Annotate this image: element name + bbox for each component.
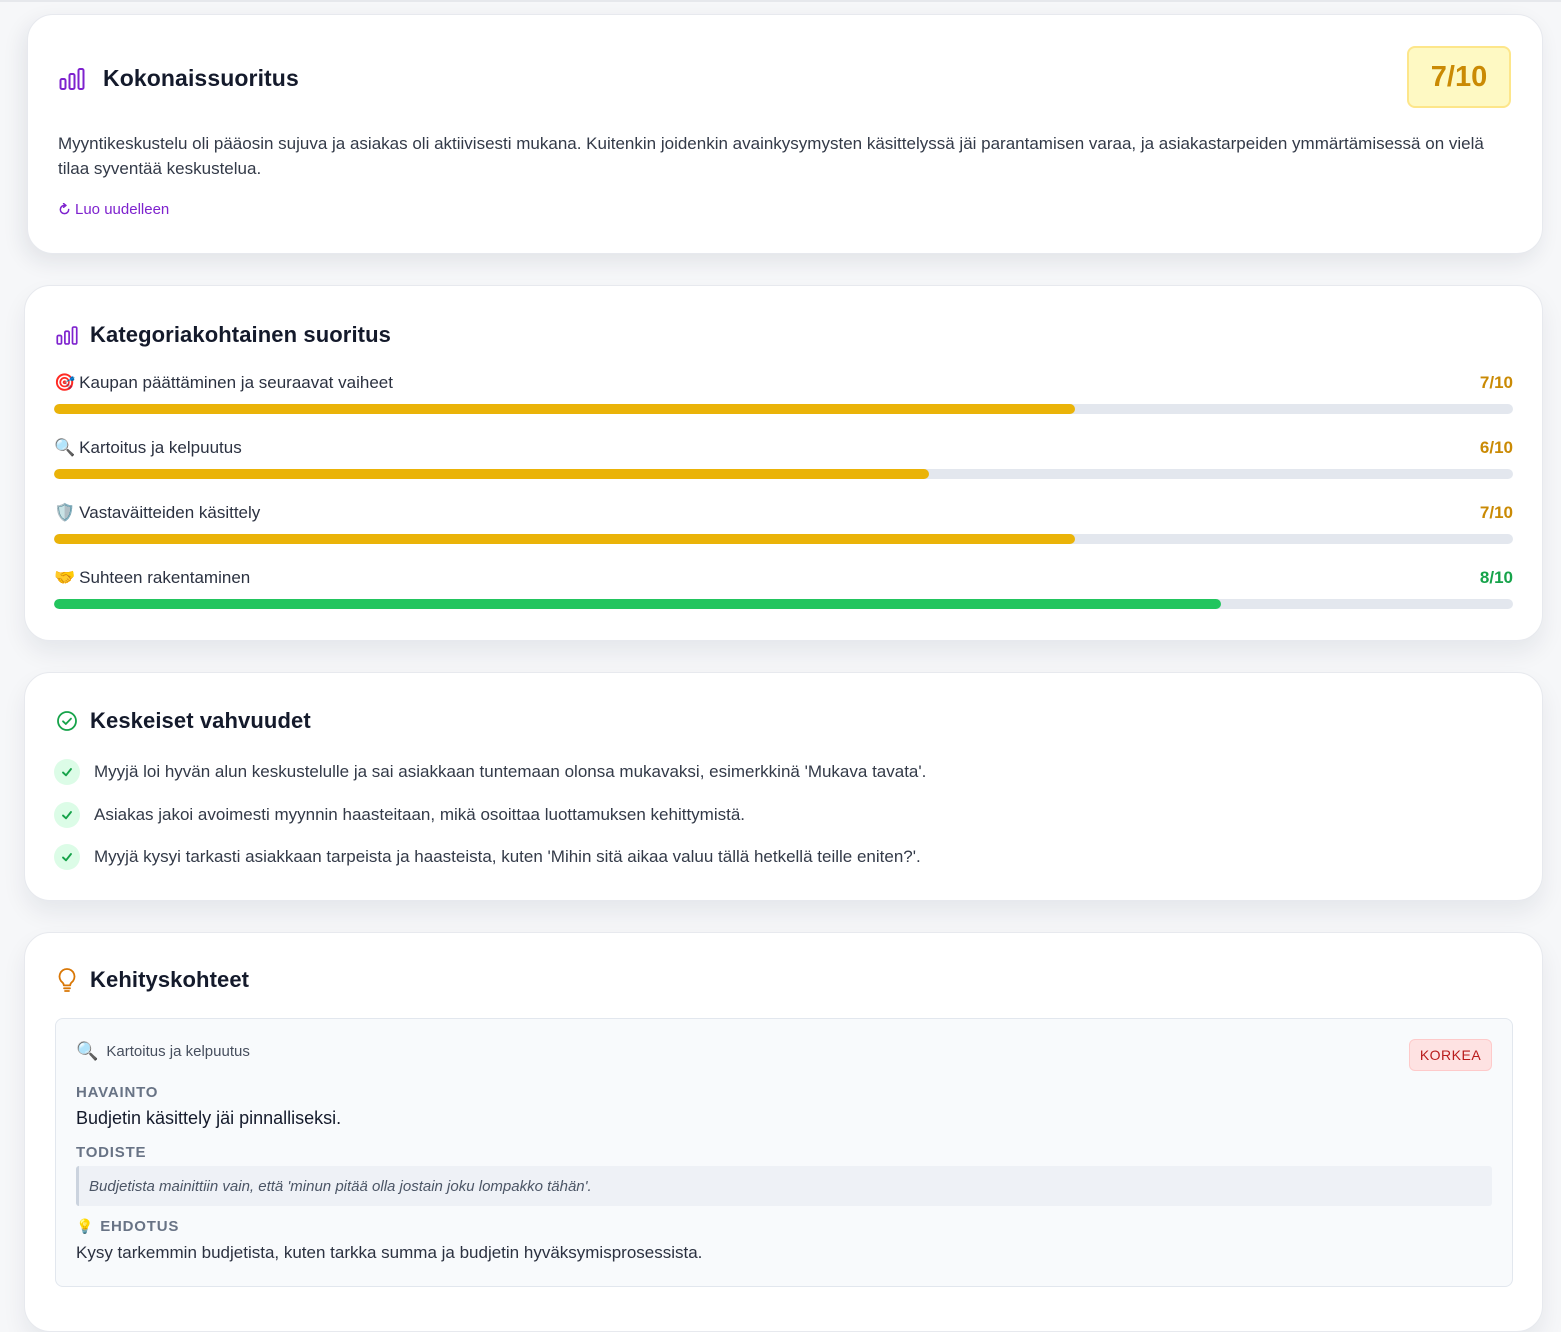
category-label: 🛡️ Vastaväitteiden käsittely — [54, 503, 260, 523]
category-label: 🔍 Kartoitus ja kelpuutus — [54, 438, 242, 458]
improvements-card: Kehityskohteet 🔍 Kartoitus ja kelpuutus … — [24, 932, 1543, 1332]
check-badge — [54, 802, 80, 828]
strength-text: Asiakas jakoi avoimesti myynnin haasteit… — [94, 805, 746, 824]
suggestion-label-text: EHDOTUS — [100, 1218, 180, 1235]
overall-score-badge: 7/10 — [1407, 46, 1511, 108]
evidence-label: TODISTE — [76, 1144, 147, 1161]
handshake-icon: 🤝 — [54, 568, 76, 587]
category-name: Suhteen rakentaminen — [79, 568, 251, 587]
suggestion-text: Kysy tarkemmin budjetista, kuten tarkka … — [76, 1243, 703, 1262]
overall-card: Kokonaissuoritus 7/10 Myyntikeskustelu o… — [27, 14, 1543, 254]
strength-text: Myyjä kysyi tarkasti asiakkaan tarpeista… — [94, 847, 921, 866]
category-name: Vastaväitteiden käsittely — [79, 503, 261, 522]
category-name: Kartoitus ja kelpuutus — [79, 438, 242, 457]
magnifier-icon: 🔍 — [76, 1041, 99, 1061]
progress-fill — [54, 469, 930, 479]
suggestion-label: 💡 EHDOTUS — [76, 1218, 179, 1235]
check-icon — [62, 768, 72, 777]
bar-chart-icon — [59, 67, 85, 90]
category-score: 7/10 — [1479, 373, 1513, 392]
magnifier-icon: 🔍 — [54, 438, 76, 457]
category-score: 6/10 — [1479, 438, 1513, 457]
strengths-card: Keskeiset vahvuudet Myyjä loi hyvän alun… — [24, 672, 1543, 901]
strengths-header: Keskeiset vahvuudet — [56, 708, 311, 734]
category-label: 🤝 Suhteen rakentaminen — [54, 568, 250, 588]
priority-badge: KORKEA — [1409, 1039, 1492, 1071]
categories-card: Kategoriakohtainen suoritus 🎯 Kaupan pää… — [24, 285, 1543, 641]
categories-title: Kategoriakohtainen suoritus — [90, 322, 391, 347]
top-divider — [0, 0, 1561, 2]
category-label: 🎯 Kaupan päättäminen ja seuraavat vaihee… — [54, 373, 393, 393]
regenerate-label: Luo uudelleen — [75, 201, 170, 218]
improvements-title: Kehityskohteet — [90, 967, 250, 992]
progress-fill — [54, 534, 1076, 544]
check-badge — [54, 759, 80, 785]
strengths-title: Keskeiset vahvuudet — [90, 708, 311, 733]
refresh-icon — [59, 203, 70, 215]
improvement-category-label: Kartoitus ja kelpuutus — [106, 1043, 250, 1060]
lightbulb-icon: 💡 — [76, 1218, 95, 1234]
check-icon — [62, 853, 72, 862]
lightbulb-icon — [58, 968, 76, 992]
bar-chart-icon — [56, 325, 78, 345]
check-icon — [62, 811, 72, 820]
improvement-item: 🔍 Kartoitus ja kelpuutus KORKEA HAVAINTO… — [55, 1018, 1513, 1287]
category-score: 8/10 — [1479, 568, 1513, 587]
progress-track — [54, 469, 1513, 479]
overall-header: Kokonaissuoritus — [59, 65, 299, 92]
category-name: Kaupan päättäminen ja seuraavat vaiheet — [79, 373, 393, 392]
target-icon: 🎯 — [54, 373, 76, 392]
overall-title: Kokonaissuoritus — [103, 65, 299, 91]
strength-item: Myyjä kysyi tarkasti asiakkaan tarpeista… — [54, 844, 921, 870]
progress-track — [54, 599, 1513, 609]
progress-track — [54, 534, 1513, 544]
category-score: 7/10 — [1479, 503, 1513, 522]
check-badge — [54, 844, 80, 870]
evidence-quote: Budjetista mainittiin vain, että 'minun … — [76, 1166, 1492, 1206]
overall-summary: Myyntikeskustelu oli pääosin sujuva ja a… — [58, 134, 1484, 178]
improvements-header: Kehityskohteet — [56, 967, 249, 993]
strength-text: Myyjä loi hyvän alun keskustelulle ja sa… — [94, 762, 927, 781]
finding-label: HAVAINTO — [76, 1084, 159, 1101]
improvement-category: 🔍 Kartoitus ja kelpuutus — [76, 1041, 250, 1062]
progress-fill — [54, 404, 1076, 414]
strength-item: Asiakas jakoi avoimesti myynnin haasteit… — [54, 802, 745, 828]
finding-text: Budjetin käsittely jäi pinnalliseksi. — [76, 1108, 342, 1128]
categories-header: Kategoriakohtainen suoritus — [56, 322, 391, 348]
regenerate-button[interactable]: Luo uudelleen — [58, 201, 169, 218]
shield-icon: 🛡️ — [54, 503, 76, 522]
progress-fill — [54, 599, 1222, 609]
check-circle-icon — [57, 711, 77, 731]
strength-item: Myyjä loi hyvän alun keskustelulle ja sa… — [54, 759, 926, 785]
progress-track — [54, 404, 1513, 414]
